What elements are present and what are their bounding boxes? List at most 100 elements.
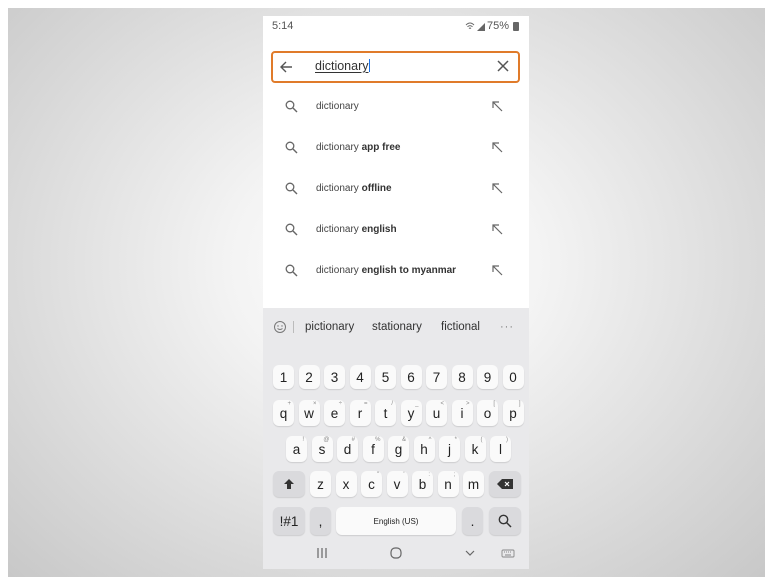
prediction-word[interactable]: stationary (372, 321, 422, 333)
key-label: 2 (305, 369, 313, 385)
search-bar[interactable]: dictionary (271, 51, 520, 83)
suggestion-text: dictionary offline (316, 183, 392, 194)
key-j[interactable]: j * (439, 436, 460, 462)
key-label: !#1 (279, 513, 299, 529)
battery-percent: 75% (486, 20, 509, 32)
battery-icon (513, 21, 519, 31)
status-time: 5:14 (272, 20, 294, 32)
key-g[interactable]: g & (388, 436, 409, 462)
key-hint: # (351, 437, 355, 443)
key-x[interactable]: x (335, 471, 357, 497)
search-icon (285, 141, 298, 154)
key-label: y (407, 405, 415, 421)
back-arrow-icon[interactable] (279, 57, 293, 77)
prediction-word[interactable]: fictional (441, 321, 480, 333)
search-icon (285, 264, 298, 277)
key-z[interactable]: z (310, 471, 331, 497)
fill-query-arrow-icon[interactable] (491, 182, 503, 194)
search-input[interactable]: dictionary (315, 59, 370, 73)
key-c[interactable]: c " (361, 471, 382, 497)
key-w[interactable]: w × (298, 400, 320, 426)
key-l[interactable]: l) (490, 436, 511, 462)
key-label: k (471, 441, 479, 457)
suggestion-item[interactable]: dictionary app free (263, 127, 529, 168)
suggestion-list: dictionary dictionary app free dictionar… (263, 86, 529, 291)
search-key[interactable] (489, 507, 521, 535)
key-p[interactable]: p] (502, 400, 524, 426)
key-label: 6 (407, 369, 415, 385)
key-4[interactable]: 4 (349, 365, 371, 389)
key-b[interactable]: b: (412, 471, 433, 497)
key-0[interactable]: 0 (502, 365, 524, 389)
key-s[interactable]: s @ (311, 436, 333, 462)
key-m[interactable]: m (463, 471, 484, 497)
key-7[interactable]: 7 (426, 365, 447, 389)
key-1[interactable]: 1 (273, 365, 294, 389)
key-hint: % (375, 437, 381, 443)
key-n[interactable]: n; (437, 471, 459, 497)
period-key[interactable]: . (462, 507, 483, 535)
space-key[interactable]: English (US) (336, 507, 456, 535)
fill-query-arrow-icon[interactable] (491, 223, 503, 235)
prediction-word[interactable]: pictionary (305, 321, 354, 333)
key-i[interactable]: i > (451, 400, 473, 426)
fill-query-arrow-icon[interactable] (491, 264, 503, 276)
key-5[interactable]: 5 (375, 365, 396, 389)
key-t[interactable]: t / (375, 400, 396, 426)
key-label: r (357, 405, 363, 421)
backspace-key[interactable] (489, 471, 521, 497)
key-hint: ! (302, 437, 304, 443)
symbols-key[interactable]: !#1 (273, 507, 305, 535)
nav-bar (263, 540, 529, 569)
key-label: w (304, 405, 314, 421)
key-label: 7 (432, 369, 441, 385)
search-icon (285, 182, 298, 195)
shift-key[interactable] (273, 471, 305, 497)
search-icon (285, 223, 298, 236)
text-cursor (368, 59, 370, 72)
key-u[interactable]: u < (426, 400, 447, 426)
key-f[interactable]: f% (362, 436, 384, 462)
key-3[interactable]: 3 (324, 365, 345, 389)
key-label: 4 (356, 369, 364, 385)
fill-query-arrow-icon[interactable] (491, 100, 503, 112)
chevron-down-icon[interactable] (463, 546, 477, 560)
key-v[interactable]: v ' (386, 471, 408, 497)
key-2[interactable]: 2 (298, 365, 320, 389)
key-label: h (420, 441, 428, 457)
key-hint: / (391, 401, 393, 407)
key-hint: @ (323, 437, 330, 443)
more-icon[interactable]: ··· (500, 321, 514, 333)
key-hint: * (454, 437, 457, 443)
suggestion-item[interactable]: dictionary english (263, 209, 529, 250)
key-hint: ; (453, 472, 456, 478)
suggestion-item[interactable]: dictionary english to myanmar (263, 250, 529, 291)
key-8[interactable]: 8 (451, 365, 473, 389)
suggestion-item[interactable]: dictionary (263, 86, 529, 127)
key-d[interactable]: d # (337, 436, 358, 462)
key-label: u (432, 405, 441, 421)
key-label: d (343, 441, 352, 457)
key-a[interactable]: a! (286, 436, 307, 462)
home-icon[interactable] (389, 546, 403, 560)
keyboard-icon[interactable] (501, 546, 515, 560)
key-e[interactable]: e ÷ (324, 400, 345, 426)
fill-query-arrow-icon[interactable] (491, 141, 503, 153)
key-6[interactable]: 6 (400, 365, 422, 389)
key-k[interactable]: k( (464, 436, 486, 462)
suggestion-item[interactable]: dictionary offline (263, 168, 529, 209)
key-o[interactable]: o[ (477, 400, 498, 426)
key-y[interactable]: y _ (400, 400, 422, 426)
key-h[interactable]: h ^ (413, 436, 435, 462)
emoji-icon[interactable] (273, 320, 287, 334)
key-r[interactable]: r = (349, 400, 371, 426)
key-9[interactable]: 9 (477, 365, 498, 389)
close-icon[interactable] (496, 59, 510, 73)
shift-icon (284, 479, 294, 489)
suggestion-text: dictionary english (316, 224, 397, 235)
comma-key[interactable]: , (310, 507, 331, 535)
key-label: , (318, 513, 323, 529)
recent-apps-icon[interactable] (315, 546, 329, 560)
prediction-bar: pictionary stationary fictional ··· (263, 308, 529, 344)
key-q[interactable]: q + (273, 400, 294, 426)
